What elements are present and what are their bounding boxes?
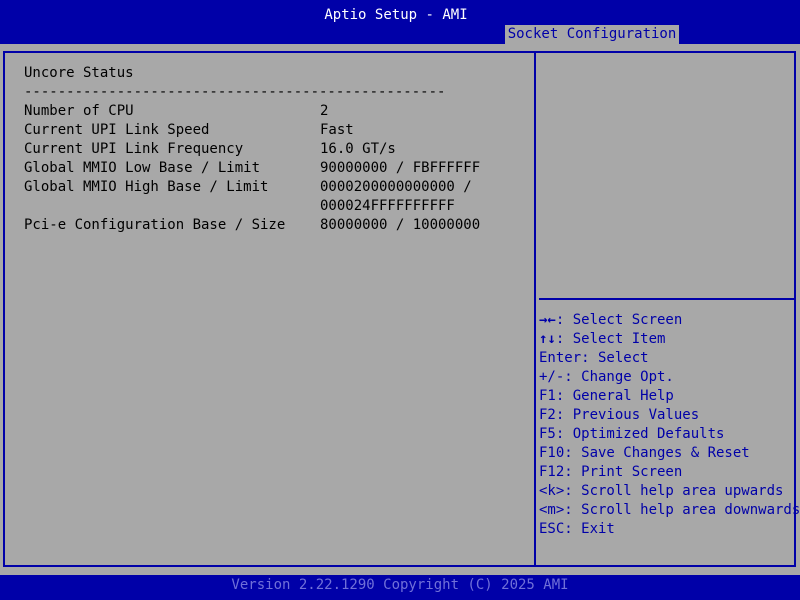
- value-upi-link-speed: Fast: [320, 122, 354, 138]
- help-f2: F2: Previous Values: [539, 407, 700, 423]
- help-f1: F1: General Help: [539, 388, 674, 404]
- value-pcie-config: 80000000 / 10000000: [320, 217, 481, 233]
- arrows-left-right-icon: →←: [539, 312, 556, 328]
- footer-bar: Version 2.22.1290 Copyright (C) 2025 AMI: [0, 575, 800, 600]
- help-f5: F5: Optimized Defaults: [539, 426, 725, 442]
- help-select-item: ↑↓: Select Item: [539, 331, 666, 347]
- label-pcie-config: Pci-e Configuration Base / Size: [24, 217, 286, 233]
- help-f12: F12: Print Screen: [539, 464, 683, 480]
- help-scroll-down: <m>: Scroll help area downwards: [539, 502, 800, 518]
- label-upi-link-speed: Current UPI Link Speed: [24, 122, 210, 138]
- help-pane: →←: Select Screen ↑↓: Select Item Enter:…: [536, 53, 800, 565]
- help-scroll-up: <k>: Scroll help area upwards: [539, 483, 784, 499]
- content-frame: Uncore Status --------------------------…: [3, 51, 800, 567]
- version-text: Version 2.22.1290 Copyright (C) 2025 AMI: [231, 577, 569, 593]
- header-bar: Aptio Setup - AMI Socket Configuration: [0, 0, 800, 44]
- section-title: Uncore Status: [24, 65, 134, 81]
- value-mmio-high-continued: 000024FFFFFFFFFF: [320, 198, 455, 214]
- section-separator: ----------------------------------------…: [24, 84, 446, 100]
- help-f10: F10: Save Changes & Reset: [539, 445, 750, 461]
- help-esc: ESC: Exit: [539, 521, 615, 537]
- value-number-of-cpu: 2: [320, 103, 329, 119]
- value-upi-link-frequency: 16.0 GT/s: [320, 141, 396, 157]
- main-area: Uncore Status --------------------------…: [0, 44, 800, 575]
- value-mmio-low: 90000000 / FBFFFFFF: [320, 160, 481, 176]
- settings-pane: Uncore Status --------------------------…: [5, 53, 534, 565]
- help-select-screen: →←: Select Screen: [539, 312, 683, 328]
- arrows-up-down-icon: ↑↓: [539, 331, 556, 347]
- label-mmio-low: Global MMIO Low Base / Limit: [24, 160, 261, 176]
- help-divider: [539, 298, 795, 300]
- label-number-of-cpu: Number of CPU: [24, 103, 134, 119]
- help-change-opt: +/-: Change Opt.: [539, 369, 674, 385]
- help-enter: Enter: Select: [539, 350, 649, 366]
- label-upi-link-frequency: Current UPI Link Frequency: [24, 141, 244, 157]
- label-mmio-high: Global MMIO High Base / Limit: [24, 179, 269, 195]
- app-title: Aptio Setup - AMI: [324, 7, 468, 23]
- tab-socket-configuration[interactable]: Socket Configuration: [505, 25, 679, 44]
- value-mmio-high: 0000200000000000 /: [320, 179, 472, 195]
